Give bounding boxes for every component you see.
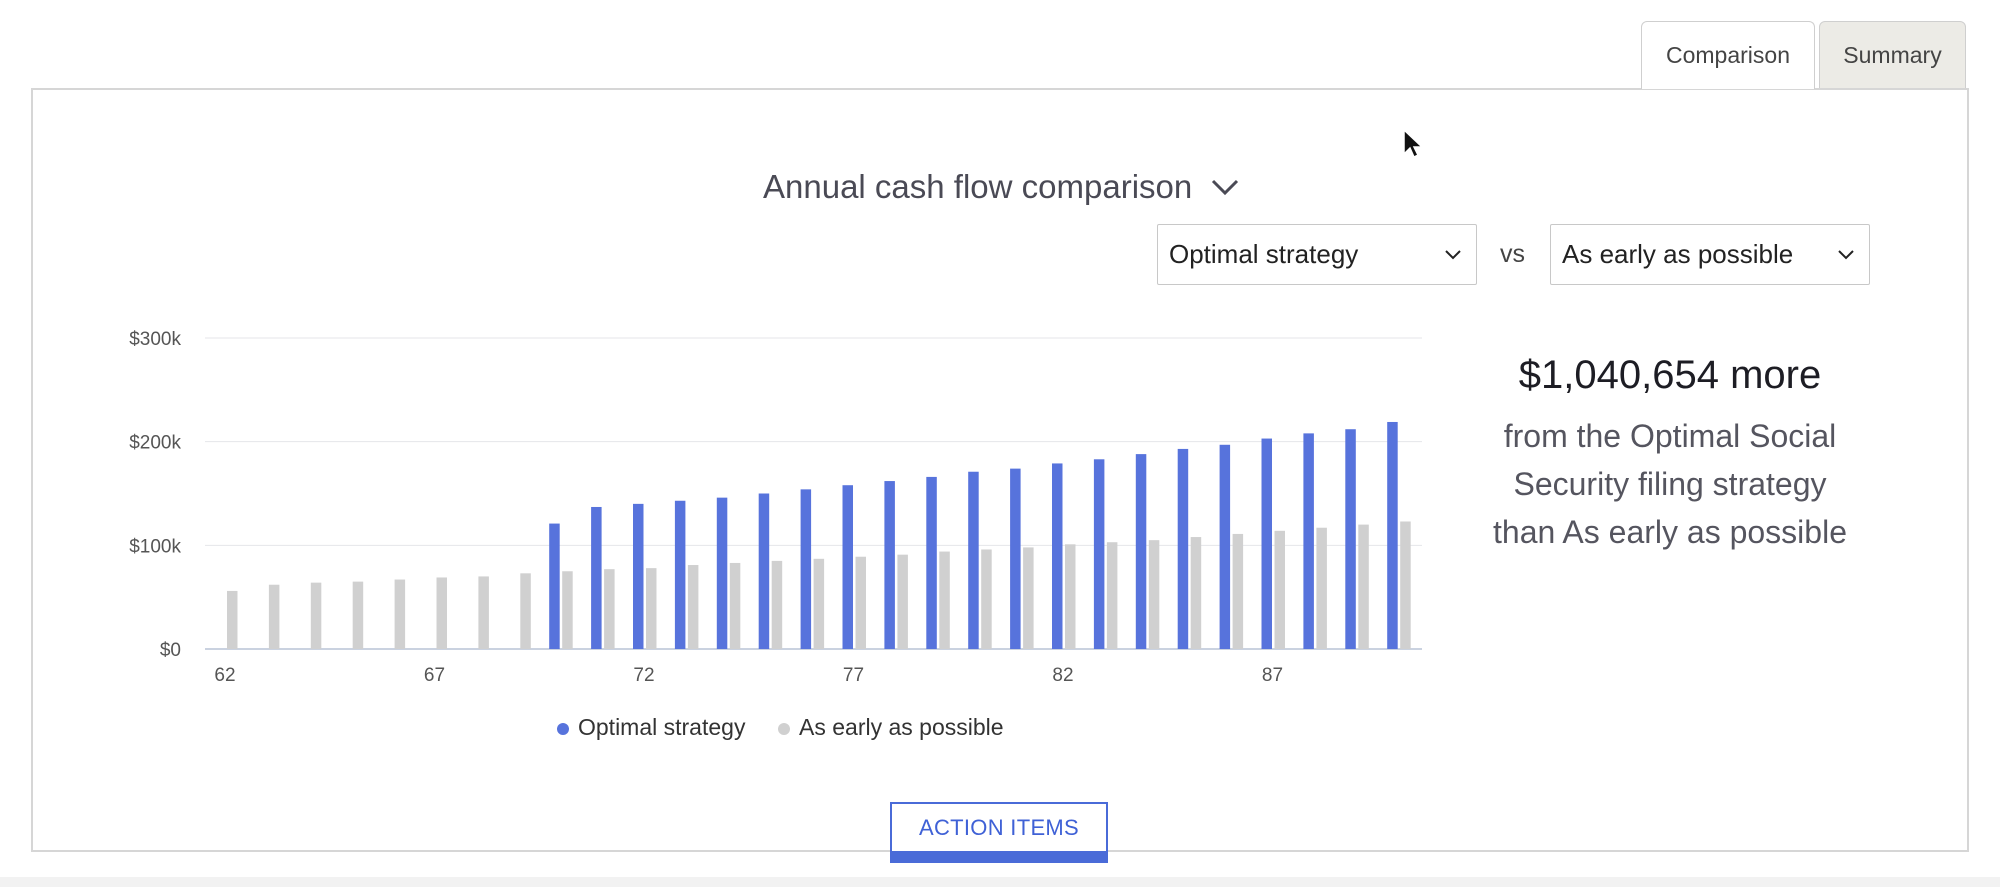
bar-optimal-strategy — [549, 523, 560, 649]
mouse-cursor-icon — [1403, 128, 1424, 159]
tab-summary[interactable]: Summary — [1819, 21, 1966, 89]
bar-optimal-strategy — [674, 500, 686, 649]
bar-as-early-as-possible — [1358, 524, 1369, 649]
bar-as-early-as-possible — [1316, 527, 1327, 649]
bar-optimal-strategy — [1261, 438, 1272, 649]
strategy-select-right-value: As early as possible — [1562, 239, 1794, 269]
strategy-select-left[interactable]: Optimal strategy — [1157, 224, 1477, 285]
action-items-button[interactable]: ACTION ITEMS — [890, 802, 1108, 863]
chevron-down-icon — [1838, 249, 1854, 259]
chevron-down-icon — [1212, 179, 1239, 196]
tab-comparison-label: Comparison — [1666, 42, 1790, 68]
bar-optimal-strategy — [926, 476, 937, 649]
vs-label: vs — [1500, 240, 1525, 268]
bar-optimal-strategy — [633, 503, 644, 649]
bar-as-early-as-possible — [1106, 542, 1118, 649]
bar-as-early-as-possible — [1023, 547, 1034, 649]
bar-as-early-as-possible — [1065, 544, 1076, 649]
summary-text-line: Security filing strategy — [1513, 466, 1827, 502]
bar-optimal-strategy — [591, 506, 602, 649]
bar-as-early-as-possible — [1232, 533, 1244, 649]
bar-as-early-as-possible — [478, 576, 489, 649]
bar-as-early-as-possible — [604, 569, 615, 649]
bar-as-early-as-possible — [227, 590, 238, 649]
bar-as-early-as-possible — [562, 571, 573, 649]
bar-optimal-strategy — [884, 481, 895, 649]
bar-as-early-as-possible — [436, 577, 447, 649]
tab-summary-label: Summary — [1843, 41, 1942, 68]
chart-type-dropdown[interactable]: Annual cash flow comparison — [763, 165, 1240, 209]
summary-text-line: from the Optimal Social — [1503, 418, 1837, 454]
bar-optimal-strategy — [758, 493, 770, 649]
bar-optimal-strategy — [1010, 468, 1021, 649]
bar-optimal-strategy — [1177, 448, 1189, 649]
tab-comparison[interactable]: Comparison — [1641, 21, 1815, 89]
bar-optimal-strategy — [1135, 454, 1147, 649]
bar-optimal-strategy — [1219, 444, 1231, 649]
bar-optimal-strategy — [1052, 463, 1063, 649]
bar-optimal-strategy — [968, 471, 979, 649]
bar-as-early-as-possible — [897, 554, 908, 649]
summary-amount: $1,040,654 more — [1518, 353, 1822, 397]
bar-as-early-as-possible — [981, 549, 992, 649]
bar-as-early-as-possible — [268, 584, 280, 649]
summary-text: from the Optimal Social Security filing … — [1470, 412, 1870, 556]
bar-as-early-as-possible — [1190, 537, 1202, 649]
bar-optimal-strategy — [1303, 433, 1314, 649]
bar-as-early-as-possible — [1274, 530, 1285, 649]
chart-type-label: Annual cash flow comparison — [763, 168, 1193, 205]
bar-as-early-as-possible — [1148, 540, 1160, 649]
bar-as-early-as-possible — [646, 568, 657, 649]
bar-as-early-as-possible — [310, 582, 322, 649]
page-footer-strip — [0, 877, 2000, 887]
summary-text-line: than As early as possible — [1493, 514, 1847, 550]
bar-as-early-as-possible — [855, 556, 866, 649]
bar-as-early-as-possible — [352, 581, 364, 649]
action-items-label: ACTION ITEMS — [918, 814, 1080, 840]
strategy-select-left-value: Optimal strategy — [1169, 239, 1359, 269]
bar-as-early-as-possible — [394, 579, 406, 649]
bar-optimal-strategy — [1387, 421, 1398, 649]
bar-optimal-strategy — [800, 489, 812, 649]
bar-as-early-as-possible — [939, 551, 950, 649]
bar-as-early-as-possible — [813, 558, 825, 649]
bar-optimal-strategy — [1345, 429, 1356, 649]
bar-as-early-as-possible — [729, 562, 741, 649]
bar-as-early-as-possible — [687, 565, 699, 649]
summary-box: $1,040,654 more from the Optimal Social … — [1470, 353, 1870, 556]
bar-as-early-as-possible — [520, 573, 531, 649]
bar-as-early-as-possible — [771, 560, 783, 649]
strategy-select-right[interactable]: As early as possible — [1550, 224, 1870, 285]
bar-optimal-strategy — [842, 485, 853, 649]
chevron-down-icon — [1445, 249, 1461, 259]
bar-as-early-as-possible — [1400, 521, 1411, 649]
bar-optimal-strategy — [1093, 459, 1105, 649]
bar-optimal-strategy — [716, 497, 728, 649]
